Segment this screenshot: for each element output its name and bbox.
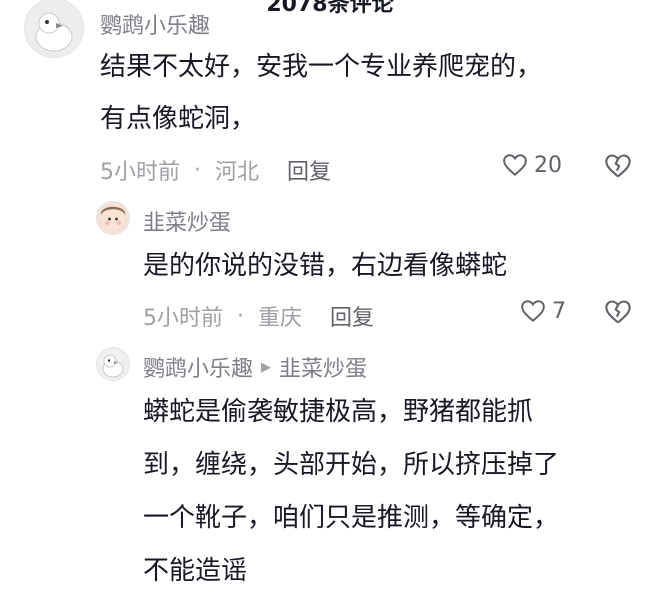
comment-time: 5小时前 — [100, 160, 180, 185]
heart-icon — [521, 300, 545, 323]
reply-text-line: 不能造谣 — [143, 556, 248, 586]
reply-arrow-icon: ▶ — [261, 359, 272, 375]
broken-heart-icon — [605, 300, 631, 324]
avatar[interactable] — [24, 0, 84, 58]
reply-time: 5小时前 — [143, 306, 223, 331]
like-count: 7 — [552, 298, 566, 324]
comment-text-line: 结果不太好，安我一个专业养爬宠的， — [100, 52, 543, 82]
comment-meta: 5小时前 · 河北 回复 — [100, 154, 331, 186]
heart-icon — [503, 154, 527, 177]
avatar[interactable] — [96, 347, 130, 381]
reply-header: 鹦鹉小乐趣 ▶ 韭菜炒蛋 — [143, 351, 367, 383]
avatar[interactable] — [96, 201, 130, 235]
parrot-avatar-icon — [97, 348, 129, 380]
reply-text-line: 到，缠绕，头部开始，所以挤压掉了 — [143, 450, 560, 480]
comment-location: 河北 — [215, 160, 260, 185]
reply-username[interactable]: 鹦鹉小乐趣 — [143, 351, 253, 383]
reply-text-line: 一个靴子，咱们只是推测，等确定， — [143, 503, 560, 533]
reply-meta: 5小时前 · 重庆 回复 — [143, 300, 374, 332]
like-button[interactable]: 20 — [502, 152, 562, 178]
comments-count-title: 2078条评论 — [266, 0, 394, 17]
dislike-button[interactable] — [604, 152, 632, 180]
like-button[interactable]: 7 — [520, 298, 566, 324]
reply-username[interactable]: 韭菜炒蛋 — [143, 205, 231, 237]
reply-location: 重庆 — [258, 306, 303, 331]
comment-text-line: 有点像蛇洞， — [100, 104, 257, 134]
reply-to-username[interactable]: 韭菜炒蛋 — [279, 351, 367, 383]
reply-text-line: 蟒蛇是偷袭敏捷极高，野猪都能抓 — [143, 397, 534, 427]
meta-separator: · — [194, 157, 201, 183]
parrot-avatar-icon — [25, 0, 83, 57]
meta-separator: · — [237, 303, 244, 329]
like-count: 20 — [534, 152, 562, 178]
reply-button[interactable]: 回复 — [330, 300, 374, 332]
comment-username[interactable]: 鹦鹉小乐趣 — [100, 8, 210, 40]
broken-heart-icon — [605, 154, 631, 178]
dislike-button[interactable] — [604, 298, 632, 326]
reply-text-line: 是的你说的没错，右边看像蟒蛇 — [143, 251, 508, 281]
baby-avatar-icon — [97, 202, 129, 234]
reply-button[interactable]: 回复 — [287, 154, 331, 186]
